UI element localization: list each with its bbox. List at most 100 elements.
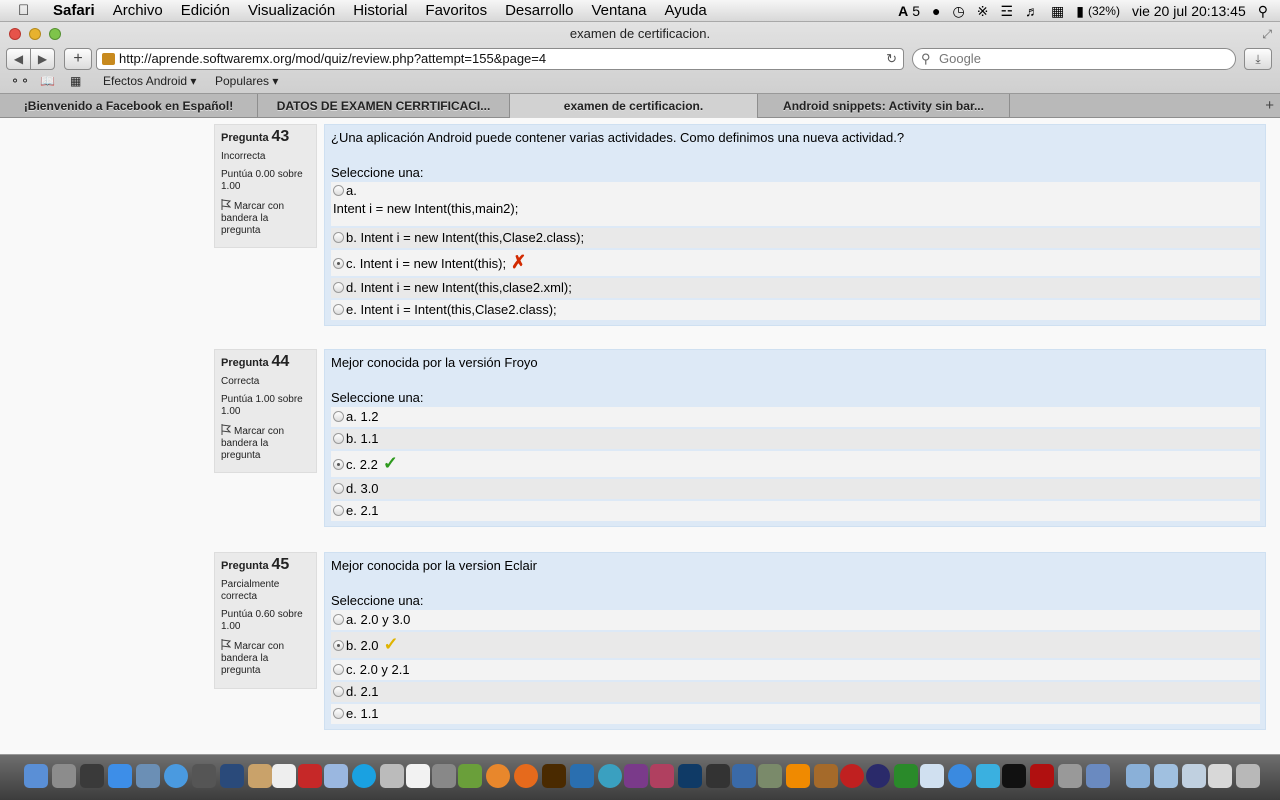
calendar-icon[interactable] [272,764,296,788]
image-icon[interactable] [758,764,782,788]
stack-icon[interactable] [1208,764,1232,788]
back-button[interactable]: ◀ [6,48,31,70]
keyboard-icon[interactable]: ▦ [1051,3,1064,20]
teamviewer-icon[interactable] [570,764,594,788]
blender-icon[interactable] [486,764,510,788]
flash-icon[interactable] [1030,764,1054,788]
answer-option[interactable]: b. Intent i = new Intent(this,Clase2.cla… [331,228,1260,248]
apple-icon[interactable]:  [18,2,40,19]
app-store-icon[interactable] [108,764,132,788]
answer-option[interactable]: a. 2.0 y 3.0 [331,610,1260,630]
radio-button[interactable] [333,411,344,422]
fullscreen-icon[interactable]: ⤢ [1262,22,1272,46]
virtualbox-2-icon[interactable] [732,764,756,788]
menu-visualizacion[interactable]: Visualización [239,0,344,22]
menu-desarrollo[interactable]: Desarrollo [496,0,582,22]
radio-button[interactable] [333,686,344,697]
bluetooth-icon[interactable]: ※ [977,3,989,20]
finder-icon[interactable] [24,764,48,788]
reading-list-icon[interactable]: ⚬⚬ [10,72,30,90]
answer-option[interactable]: e. Intent i = Intent(this,Clase2.class); [331,300,1260,320]
adobe-icon[interactable]: A [898,3,908,19]
mysql-icon[interactable] [920,764,944,788]
minimize-window-button[interactable] [29,28,41,40]
folder-icon[interactable] [1126,764,1150,788]
zoom-window-button[interactable] [49,28,61,40]
radio-button[interactable] [333,282,344,293]
answer-option[interactable]: c. Intent i = new Intent(this); ✗ [331,250,1260,276]
answer-option[interactable]: d. Intent i = new Intent(this,clase2.xml… [331,278,1260,298]
photoshop-icon[interactable] [678,764,702,788]
add-bookmark-button[interactable]: + [64,48,92,70]
bookmark-efectos-android[interactable]: Efectos Android ▾ [103,72,196,90]
url-field[interactable]: http://aprende.softwaremx.org/mod/quiz/r… [96,48,904,70]
close-window-button[interactable] [9,28,21,40]
tab-android-snippets[interactable]: Android snippets: Activity sin bar... [758,94,1010,118]
new-tab-button[interactable]: + [1265,94,1274,118]
volume-icon[interactable]: ♬ [1025,3,1039,19]
bookmark-populares[interactable]: Populares ▾ [215,72,278,90]
xcode-icon[interactable] [380,764,404,788]
trash-icon[interactable] [1236,764,1260,788]
reload-icon[interactable]: ↻ [886,49,897,69]
menu-ventana[interactable]: Ventana [582,0,655,22]
android-icon[interactable] [458,764,482,788]
radio-button[interactable] [333,664,344,675]
answer-option[interactable]: d. 3.0 [331,479,1260,499]
answer-option[interactable]: b. 1.1 [331,429,1260,449]
radio-button[interactable] [333,614,344,625]
clock-date[interactable]: vie 20 jul [1132,3,1187,19]
answer-option[interactable]: c. 2.0 y 2.1 [331,660,1260,680]
dashboard-icon[interactable] [80,764,104,788]
radio-button[interactable] [333,708,344,719]
answer-option[interactable]: b. 2.0 ✓ [331,632,1260,658]
forward-button[interactable]: ▶ [30,48,55,70]
bookmarks-icon[interactable]: 📖 [40,72,55,90]
contacts-icon[interactable] [248,764,272,788]
bell-icon[interactable]: ● [932,3,940,19]
flag-question-link[interactable]: Marcar con bandera la pregunta [221,199,310,237]
angry-birds-red-icon[interactable] [840,764,864,788]
filezilla-icon[interactable] [298,764,322,788]
game-icon[interactable] [814,764,838,788]
answer-option[interactable]: a. Intent i = new Intent(this,main2); [331,182,1260,226]
tab-examen-certificacion[interactable]: examen de certificacion. [510,94,758,118]
top-sites-icon[interactable]: ▦ [70,72,81,90]
virtualbox-icon[interactable] [324,764,348,788]
menu-archivo[interactable]: Archivo [104,0,172,22]
unity-icon[interactable] [706,764,730,788]
utility-icon[interactable] [432,764,456,788]
chrome-icon[interactable] [598,764,622,788]
menu-historial[interactable]: Historial [344,0,416,22]
answer-option[interactable]: a. 1.2 [331,407,1260,427]
tab-datos-examen[interactable]: DATOS DE EXAMEN CERRTIFICACI... [258,94,510,118]
itunes-icon[interactable] [948,764,972,788]
menu-app-safari[interactable]: Safari [44,0,104,22]
x11-icon[interactable] [220,764,244,788]
clock-time[interactable]: 20:13:45 [1191,3,1246,19]
radio-button[interactable] [333,483,344,494]
twitter-icon[interactable] [976,764,1000,788]
camera-icon[interactable] [192,764,216,788]
downloads-button[interactable]: ⤓ [1244,48,1272,70]
menu-ayuda[interactable]: Ayuda [656,0,716,22]
battery-icon[interactable]: ▮ [1076,3,1084,20]
flag-question-link[interactable]: Marcar con bandera la pregunta [221,639,310,677]
menu-favoritos[interactable]: Favoritos [416,0,496,22]
safari-icon[interactable] [164,764,188,788]
answer-option[interactable]: d. 2.1 [331,682,1260,702]
radio-button[interactable] [333,232,344,243]
illustrator-icon[interactable] [542,764,566,788]
wifi-icon[interactable]: ☲ [1000,3,1013,20]
document-icon[interactable] [406,764,430,788]
red-app-icon[interactable] [894,764,918,788]
menu-edicion[interactable]: Edición [172,0,239,22]
documents-folder-icon[interactable] [1182,764,1206,788]
answer-option[interactable]: e. 1.1 [331,704,1260,724]
radio-button[interactable] [333,185,344,196]
radio-button[interactable] [333,640,344,651]
tab-facebook[interactable]: ¡Bienvenido a Facebook en Español! [0,94,258,118]
fireworks-icon[interactable] [624,764,648,788]
radio-button[interactable] [333,304,344,315]
firefox-icon[interactable] [514,764,538,788]
